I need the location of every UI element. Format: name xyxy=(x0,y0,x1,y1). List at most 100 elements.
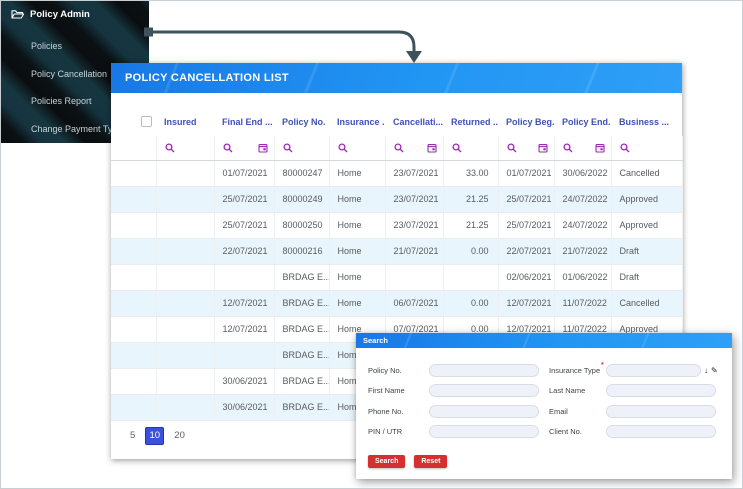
calendar-icon[interactable] xyxy=(595,143,605,153)
cell-business: Approved xyxy=(611,186,682,212)
sidebar-item-change-payment-type[interactable]: Change Payment Type xyxy=(31,124,122,134)
cell-policy_beg: 12/07/2021 xyxy=(498,290,554,316)
cell-business: Cancelled xyxy=(611,160,682,186)
field-label-last-name: Last Name xyxy=(549,386,601,395)
table-row[interactable]: 25/07/202180000250Home23/07/202121.2525/… xyxy=(111,212,682,238)
cell-policy_no: BRDAG E... xyxy=(274,290,329,316)
search-filter-icon[interactable] xyxy=(563,143,573,153)
cell-select xyxy=(111,290,156,316)
dialog-field-row: Policy No.Insurance Type*↓✎ xyxy=(356,360,732,381)
search-button[interactable]: Search xyxy=(368,455,405,468)
table-row[interactable]: 22/07/202180000216Home21/07/20210.0022/0… xyxy=(111,238,682,264)
cell-insured xyxy=(156,394,214,420)
search-filter-icon[interactable] xyxy=(452,143,462,153)
cell-policy_no: 80000247 xyxy=(274,160,329,186)
select-all-checkbox[interactable] xyxy=(141,116,152,127)
cell-insured xyxy=(156,290,214,316)
calendar-icon[interactable] xyxy=(538,143,548,153)
column-header-insured[interactable]: Insured xyxy=(156,107,214,136)
cell-select xyxy=(111,212,156,238)
cell-policy_end: 30/06/2022 xyxy=(554,160,611,186)
insurance-type-field[interactable] xyxy=(606,364,701,377)
last-name-field[interactable] xyxy=(606,384,716,397)
cell-final_end: 01/07/2021 xyxy=(214,160,274,186)
table-row[interactable]: 25/07/202180000249Home23/07/202121.2525/… xyxy=(111,186,682,212)
search-filter-icon[interactable] xyxy=(507,143,517,153)
cell-cancellation: 06/07/2021 xyxy=(385,290,443,316)
sidebar-title-policy-admin[interactable]: Policy Admin xyxy=(11,9,90,20)
page-size-option-20[interactable]: 20 xyxy=(173,428,186,443)
search-filter-icon[interactable] xyxy=(338,143,348,153)
phone-no-field[interactable] xyxy=(429,405,539,418)
calendar-icon[interactable] xyxy=(427,143,437,153)
calendar-icon[interactable] xyxy=(258,143,268,153)
cell-insured xyxy=(156,212,214,238)
cell-policy_end: 21/07/2022 xyxy=(554,238,611,264)
field-label-email: Email xyxy=(549,407,601,416)
reset-button[interactable]: Reset xyxy=(414,455,447,468)
cell-insured xyxy=(156,264,214,290)
cell-final_end: 12/07/2021 xyxy=(214,316,274,342)
open-folder-icon xyxy=(11,9,24,20)
first-name-field[interactable] xyxy=(429,384,539,397)
search-filter-icon[interactable] xyxy=(620,143,630,153)
column-header-business[interactable]: Business ... xyxy=(611,107,682,136)
cell-cancellation: 23/07/2021 xyxy=(385,160,443,186)
cell-policy_no: BRDAG E... xyxy=(274,264,329,290)
policy-no-field[interactable] xyxy=(429,364,539,377)
table-row[interactable]: 12/07/2021BRDAG E...Home06/07/20210.0012… xyxy=(111,290,682,316)
cell-insured xyxy=(156,342,214,368)
dialog-field-row: Phone No. Email xyxy=(356,401,732,422)
cell-select xyxy=(111,368,156,394)
column-header-final_end[interactable]: Final End ... xyxy=(214,107,274,136)
search-filter-icon[interactable] xyxy=(223,143,233,153)
cell-returned xyxy=(443,264,498,290)
search-filter-icon[interactable] xyxy=(283,143,293,153)
page-size-option-5[interactable]: 5 xyxy=(129,428,136,443)
table-row[interactable]: BRDAG E...Home02/06/202101/06/2022Draft xyxy=(111,264,682,290)
client-no-field[interactable] xyxy=(606,425,716,438)
column-header-policy_no[interactable]: Policy No. xyxy=(274,107,329,136)
cell-insurance: Home xyxy=(329,264,385,290)
cell-returned: 0.00 xyxy=(443,238,498,264)
table-row[interactable]: 01/07/202180000247Home23/07/202133.0001/… xyxy=(111,160,682,186)
search-filter-icon[interactable] xyxy=(165,143,175,153)
cell-cancellation: 23/07/2021 xyxy=(385,186,443,212)
cell-select xyxy=(111,264,156,290)
cell-business: Cancelled xyxy=(611,290,682,316)
edit-pencil-icon[interactable]: ✎ xyxy=(711,364,718,377)
column-header-insurance[interactable]: Insurance ... xyxy=(329,107,385,136)
field-label-phone-no: Phone No. xyxy=(368,407,429,416)
cell-insurance: Home xyxy=(329,238,385,264)
search-dialog-header[interactable]: Search xyxy=(356,333,732,348)
field-label-first-name: First Name xyxy=(368,386,429,395)
email-field[interactable] xyxy=(606,405,716,418)
cell-final_end: 25/07/2021 xyxy=(214,212,274,238)
cell-final_end xyxy=(214,342,274,368)
column-header-policy_end[interactable]: Policy End... xyxy=(554,107,611,136)
cell-policy_no: BRDAG E... xyxy=(274,342,329,368)
cell-select xyxy=(111,342,156,368)
field-label-insurance-type: Insurance Type xyxy=(549,366,601,375)
dropdown-arrow-icon[interactable]: ↓ xyxy=(704,364,708,377)
sidebar-title-label: Policy Admin xyxy=(30,9,90,20)
cell-select xyxy=(111,238,156,264)
cell-returned: 21.25 xyxy=(443,212,498,238)
column-header-returned[interactable]: Returned ... xyxy=(443,107,498,136)
pin-utr-field[interactable] xyxy=(429,425,539,438)
sidebar-item-policies-report[interactable]: Policies Report xyxy=(31,96,92,106)
cell-policy_beg: 02/06/2021 xyxy=(498,264,554,290)
cell-insured xyxy=(156,186,214,212)
search-dialog: Search Policy No.Insurance Type*↓✎First … xyxy=(356,333,732,479)
sidebar-item-policies[interactable]: Policies xyxy=(31,41,62,51)
cell-policy_no: 80000249 xyxy=(274,186,329,212)
cell-policy_beg: 25/07/2021 xyxy=(498,212,554,238)
cell-insurance: Home xyxy=(329,160,385,186)
page-size-option-10[interactable]: 10 xyxy=(145,427,164,445)
column-header-cancellation[interactable]: Cancellati... xyxy=(385,107,443,136)
column-header-policy_beg[interactable]: Policy Beg... xyxy=(498,107,554,136)
sidebar-item-policy-cancellation[interactable]: Policy Cancellation xyxy=(31,69,107,79)
cell-insurance: Home xyxy=(329,186,385,212)
field-label-policy-no: Policy No. xyxy=(368,366,429,375)
search-filter-icon[interactable] xyxy=(394,143,404,153)
